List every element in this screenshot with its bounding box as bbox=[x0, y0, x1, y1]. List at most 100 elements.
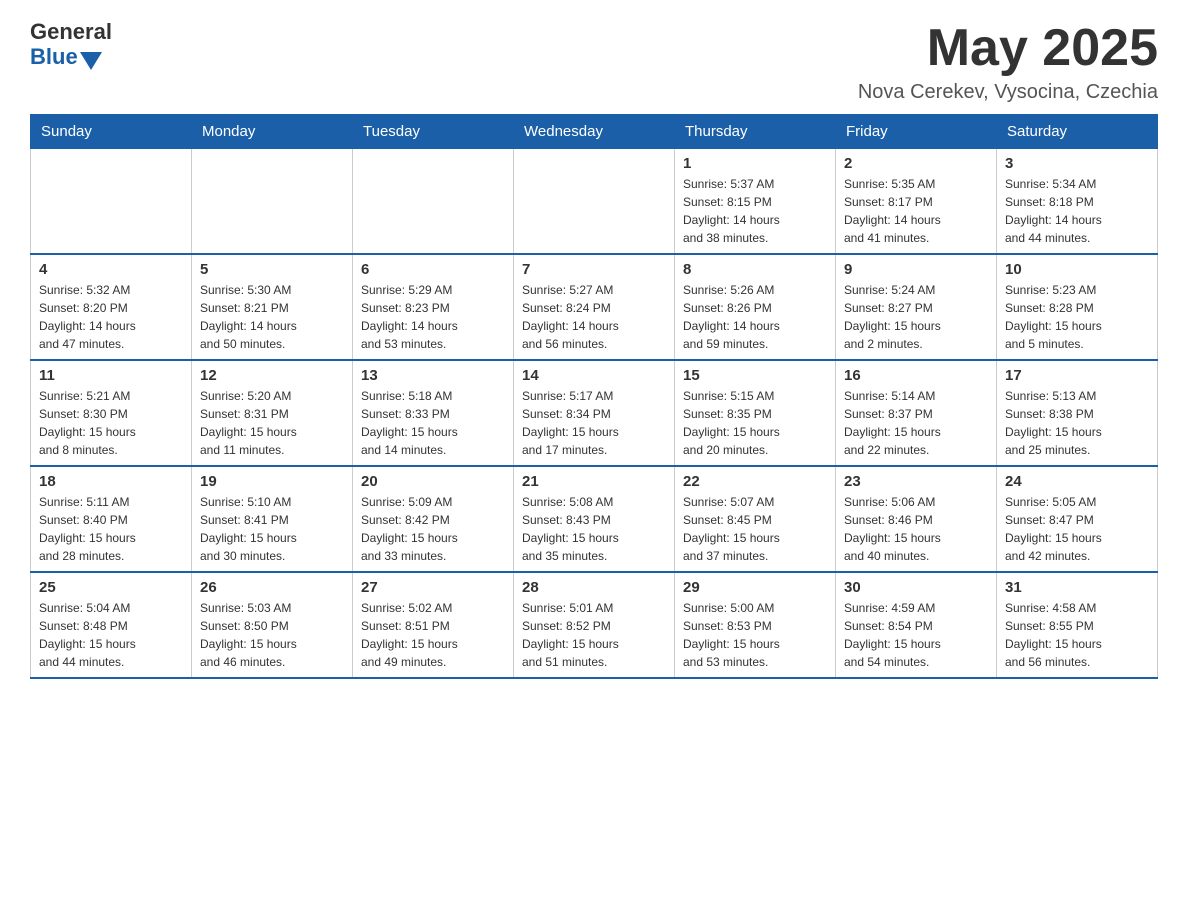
day-number: 6 bbox=[361, 261, 505, 278]
day-info: Sunrise: 5:02 AM Sunset: 8:51 PM Dayligh… bbox=[361, 599, 505, 671]
day-number: 9 bbox=[844, 261, 988, 278]
day-info: Sunrise: 5:06 AM Sunset: 8:46 PM Dayligh… bbox=[844, 493, 988, 565]
day-info: Sunrise: 5:11 AM Sunset: 8:40 PM Dayligh… bbox=[39, 493, 183, 565]
calendar-cell: 30Sunrise: 4:59 AM Sunset: 8:54 PM Dayli… bbox=[836, 572, 997, 678]
day-info: Sunrise: 5:34 AM Sunset: 8:18 PM Dayligh… bbox=[1005, 175, 1149, 247]
calendar-cell: 16 Sunrise: 5:14 AM Sunset: 8:37 PM Dayli… bbox=[836, 360, 997, 466]
calendar-cell: 2 Sunrise: 5:35 AM Sunset: 8:17 PM Daylig… bbox=[836, 149, 997, 255]
day-number: 18 bbox=[39, 473, 183, 490]
calendar-cell: 18 Sunrise: 5:11 AM Sunset: 8:40 PM Dayli… bbox=[31, 466, 192, 572]
logo: General Blue bbox=[30, 20, 112, 70]
day-info: Sunrise: 5:30 AM Sunset: 8:21 PM Dayligh… bbox=[200, 281, 344, 353]
calendar-cell: 29Sunrise: 5:00 AM Sunset: 8:53 PM Dayli… bbox=[675, 572, 836, 678]
day-info: Sunrise: 5:03 AM Sunset: 8:50 PM Dayligh… bbox=[200, 599, 344, 671]
calendar-cell: 20Sunrise: 5:09 AM Sunset: 8:42 PM Dayli… bbox=[353, 466, 514, 572]
day-info: Sunrise: 5:14 AM Sunset: 8:37 PM Dayligh… bbox=[844, 387, 988, 459]
weekday-header-row: SundayMondayTuesdayWednesdayThursdayFrid… bbox=[31, 115, 1158, 149]
day-info: Sunrise: 5:37 AM Sunset: 8:15 PM Dayligh… bbox=[683, 175, 827, 247]
calendar-cell: 24 Sunrise: 5:05 AM Sunset: 8:47 PM Dayli… bbox=[997, 466, 1158, 572]
day-number: 3 bbox=[1005, 155, 1149, 172]
calendar-cell: 28 Sunrise: 5:01 AM Sunset: 8:52 PM Dayli… bbox=[514, 572, 675, 678]
calendar-cell: 17Sunrise: 5:13 AM Sunset: 8:38 PM Dayli… bbox=[997, 360, 1158, 466]
day-info: Sunrise: 5:07 AM Sunset: 8:45 PM Dayligh… bbox=[683, 493, 827, 565]
calendar-cell: 13Sunrise: 5:18 AM Sunset: 8:33 PM Dayli… bbox=[353, 360, 514, 466]
day-number: 16 bbox=[844, 367, 988, 384]
day-number: 4 bbox=[39, 261, 183, 278]
calendar-cell bbox=[31, 149, 192, 255]
calendar-cell: 25 Sunrise: 5:04 AM Sunset: 8:48 PM Dayli… bbox=[31, 572, 192, 678]
calendar-cell: 21 Sunrise: 5:08 AM Sunset: 8:43 PM Dayli… bbox=[514, 466, 675, 572]
day-info: Sunrise: 5:35 AM Sunset: 8:17 PM Dayligh… bbox=[844, 175, 988, 247]
calendar-cell: 10 Sunrise: 5:23 AM Sunset: 8:28 PM Dayli… bbox=[997, 254, 1158, 360]
calendar-cell: 26Sunrise: 5:03 AM Sunset: 8:50 PM Dayli… bbox=[192, 572, 353, 678]
day-info: Sunrise: 5:18 AM Sunset: 8:33 PM Dayligh… bbox=[361, 387, 505, 459]
weekday-header-saturday: Saturday bbox=[997, 115, 1158, 149]
day-number: 10 bbox=[1005, 261, 1149, 278]
location-text: Nova Cerekev, Vysocina, Czechia bbox=[858, 81, 1158, 104]
day-number: 31 bbox=[1005, 579, 1149, 596]
day-info: Sunrise: 5:08 AM Sunset: 8:43 PM Dayligh… bbox=[522, 493, 666, 565]
weekday-header-friday: Friday bbox=[836, 115, 997, 149]
calendar-week-row: 1Sunrise: 5:37 AM Sunset: 8:15 PM Daylig… bbox=[31, 149, 1158, 255]
day-number: 23 bbox=[844, 473, 988, 490]
day-info: Sunrise: 5:32 AM Sunset: 8:20 PM Dayligh… bbox=[39, 281, 183, 353]
day-number: 25 bbox=[39, 579, 183, 596]
weekday-header-sunday: Sunday bbox=[31, 115, 192, 149]
day-info: Sunrise: 5:29 AM Sunset: 8:23 PM Dayligh… bbox=[361, 281, 505, 353]
calendar-cell: 15 Sunrise: 5:15 AM Sunset: 8:35 PM Dayli… bbox=[675, 360, 836, 466]
logo-general: General bbox=[30, 20, 112, 44]
calendar-cell: 22Sunrise: 5:07 AM Sunset: 8:45 PM Dayli… bbox=[675, 466, 836, 572]
day-number: 8 bbox=[683, 261, 827, 278]
calendar-cell: 12 Sunrise: 5:20 AM Sunset: 8:31 PM Dayli… bbox=[192, 360, 353, 466]
day-info: Sunrise: 5:20 AM Sunset: 8:31 PM Dayligh… bbox=[200, 387, 344, 459]
day-number: 20 bbox=[361, 473, 505, 490]
calendar-week-row: 11Sunrise: 5:21 AM Sunset: 8:30 PM Dayli… bbox=[31, 360, 1158, 466]
calendar-cell: 9 Sunrise: 5:24 AM Sunset: 8:27 PM Daylig… bbox=[836, 254, 997, 360]
calendar-cell: 1Sunrise: 5:37 AM Sunset: 8:15 PM Daylig… bbox=[675, 149, 836, 255]
weekday-header-wednesday: Wednesday bbox=[514, 115, 675, 149]
calendar-cell bbox=[514, 149, 675, 255]
day-info: Sunrise: 5:15 AM Sunset: 8:35 PM Dayligh… bbox=[683, 387, 827, 459]
calendar-cell: 31 Sunrise: 4:58 AM Sunset: 8:55 PM Dayli… bbox=[997, 572, 1158, 678]
day-number: 2 bbox=[844, 155, 988, 172]
day-info: Sunrise: 5:23 AM Sunset: 8:28 PM Dayligh… bbox=[1005, 281, 1149, 353]
day-info: Sunrise: 5:00 AM Sunset: 8:53 PM Dayligh… bbox=[683, 599, 827, 671]
page-header: General Blue May 2025 Nova Cerekev, Vyso… bbox=[30, 20, 1158, 104]
calendar-cell: 7Sunrise: 5:27 AM Sunset: 8:24 PM Daylig… bbox=[514, 254, 675, 360]
day-number: 27 bbox=[361, 579, 505, 596]
day-info: Sunrise: 5:04 AM Sunset: 8:48 PM Dayligh… bbox=[39, 599, 183, 671]
day-info: Sunrise: 5:17 AM Sunset: 8:34 PM Dayligh… bbox=[522, 387, 666, 459]
calendar-cell: 8Sunrise: 5:26 AM Sunset: 8:26 PM Daylig… bbox=[675, 254, 836, 360]
day-info: Sunrise: 5:05 AM Sunset: 8:47 PM Dayligh… bbox=[1005, 493, 1149, 565]
day-info: Sunrise: 4:58 AM Sunset: 8:55 PM Dayligh… bbox=[1005, 599, 1149, 671]
day-number: 24 bbox=[1005, 473, 1149, 490]
day-number: 21 bbox=[522, 473, 666, 490]
calendar-week-row: 18 Sunrise: 5:11 AM Sunset: 8:40 PM Dayli… bbox=[31, 466, 1158, 572]
logo-blue: Blue bbox=[30, 45, 78, 69]
day-number: 14 bbox=[522, 367, 666, 384]
day-number: 7 bbox=[522, 261, 666, 278]
title-section: May 2025 Nova Cerekev, Vysocina, Czechia bbox=[858, 20, 1158, 104]
weekday-header-thursday: Thursday bbox=[675, 115, 836, 149]
calendar-table: SundayMondayTuesdayWednesdayThursdayFrid… bbox=[30, 114, 1158, 679]
logo-triangle-icon bbox=[80, 52, 102, 70]
day-number: 12 bbox=[200, 367, 344, 384]
month-title: May 2025 bbox=[858, 20, 1158, 77]
day-info: Sunrise: 5:24 AM Sunset: 8:27 PM Dayligh… bbox=[844, 281, 988, 353]
day-number: 5 bbox=[200, 261, 344, 278]
day-number: 17 bbox=[1005, 367, 1149, 384]
calendar-cell: 6 Sunrise: 5:29 AM Sunset: 8:23 PM Daylig… bbox=[353, 254, 514, 360]
day-info: Sunrise: 5:21 AM Sunset: 8:30 PM Dayligh… bbox=[39, 387, 183, 459]
day-number: 19 bbox=[200, 473, 344, 490]
calendar-cell: 23 Sunrise: 5:06 AM Sunset: 8:46 PM Dayli… bbox=[836, 466, 997, 572]
calendar-cell: 14 Sunrise: 5:17 AM Sunset: 8:34 PM Dayli… bbox=[514, 360, 675, 466]
day-info: Sunrise: 5:01 AM Sunset: 8:52 PM Dayligh… bbox=[522, 599, 666, 671]
day-info: Sunrise: 4:59 AM Sunset: 8:54 PM Dayligh… bbox=[844, 599, 988, 671]
calendar-cell: 11Sunrise: 5:21 AM Sunset: 8:30 PM Dayli… bbox=[31, 360, 192, 466]
day-number: 28 bbox=[522, 579, 666, 596]
calendar-week-row: 25 Sunrise: 5:04 AM Sunset: 8:48 PM Dayli… bbox=[31, 572, 1158, 678]
weekday-header-tuesday: Tuesday bbox=[353, 115, 514, 149]
weekday-header-monday: Monday bbox=[192, 115, 353, 149]
calendar-cell: 3 Sunrise: 5:34 AM Sunset: 8:18 PM Daylig… bbox=[997, 149, 1158, 255]
day-number: 15 bbox=[683, 367, 827, 384]
